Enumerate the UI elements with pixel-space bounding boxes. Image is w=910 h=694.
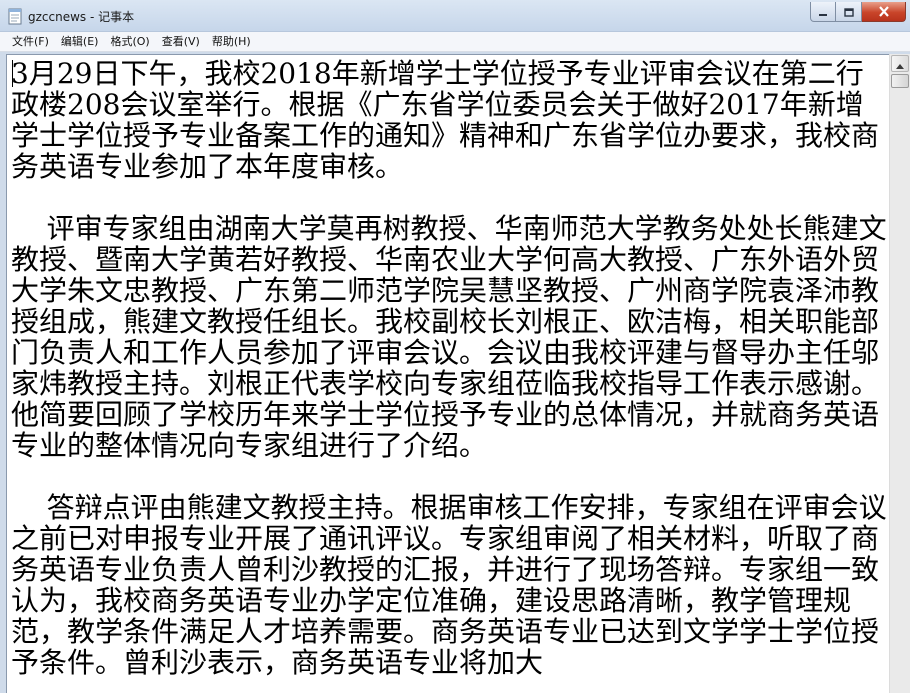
menu-edit[interactable]: 编辑(E) <box>55 33 105 51</box>
paragraph: 3月29日下午，我校2018年新增学士学位授予专业评审会议在第二行政楼208会议… <box>11 57 880 183</box>
maximize-button[interactable] <box>836 2 862 22</box>
notepad-icon <box>8 7 23 25</box>
minimize-button[interactable] <box>810 2 836 22</box>
window-title: gzccnews - 记事本 <box>28 10 135 24</box>
notepad-window: gzccnews - 记事本 文件(F) 编辑(E) 格式(O) 查看(V) 帮… <box>0 0 910 693</box>
menu-bar: 文件(F) 编辑(E) 格式(O) 查看(V) 帮助(H) <box>0 32 910 52</box>
minimize-icon <box>818 2 828 21</box>
menu-help[interactable]: 帮助(H) <box>206 33 257 51</box>
menu-format[interactable]: 格式(O) <box>104 33 155 51</box>
arrow-up-icon <box>896 54 904 73</box>
close-icon <box>878 2 890 21</box>
paragraph: 答辩点评由熊建文教授主持。根据审核工作安排，专家组在评审会议之前已对申报专业开展… <box>11 491 887 679</box>
maximize-icon <box>843 2 854 21</box>
scroll-up-button[interactable] <box>891 55 909 72</box>
vertical-scrollbar[interactable] <box>889 54 910 693</box>
menu-view[interactable]: 查看(V) <box>156 33 206 51</box>
document-text[interactable]: 3月29日下午，我校2018年新增学士学位授予专业评审会议在第二行政楼208会议… <box>7 55 890 694</box>
scroll-thumb[interactable] <box>891 74 909 88</box>
paragraph: 评审专家组由湖南大学莫再树教授、华南师范大学教务处处长熊建文教授、暨南大学黄若好… <box>11 212 887 462</box>
text-cursor <box>12 60 13 87</box>
title-bar[interactable]: gzccnews - 记事本 <box>0 0 910 32</box>
menu-file[interactable]: 文件(F) <box>6 33 55 51</box>
close-button[interactable] <box>862 2 906 22</box>
text-editor[interactable]: 3月29日下午，我校2018年新增学士学位授予专业评审会议在第二行政楼208会议… <box>6 54 910 693</box>
